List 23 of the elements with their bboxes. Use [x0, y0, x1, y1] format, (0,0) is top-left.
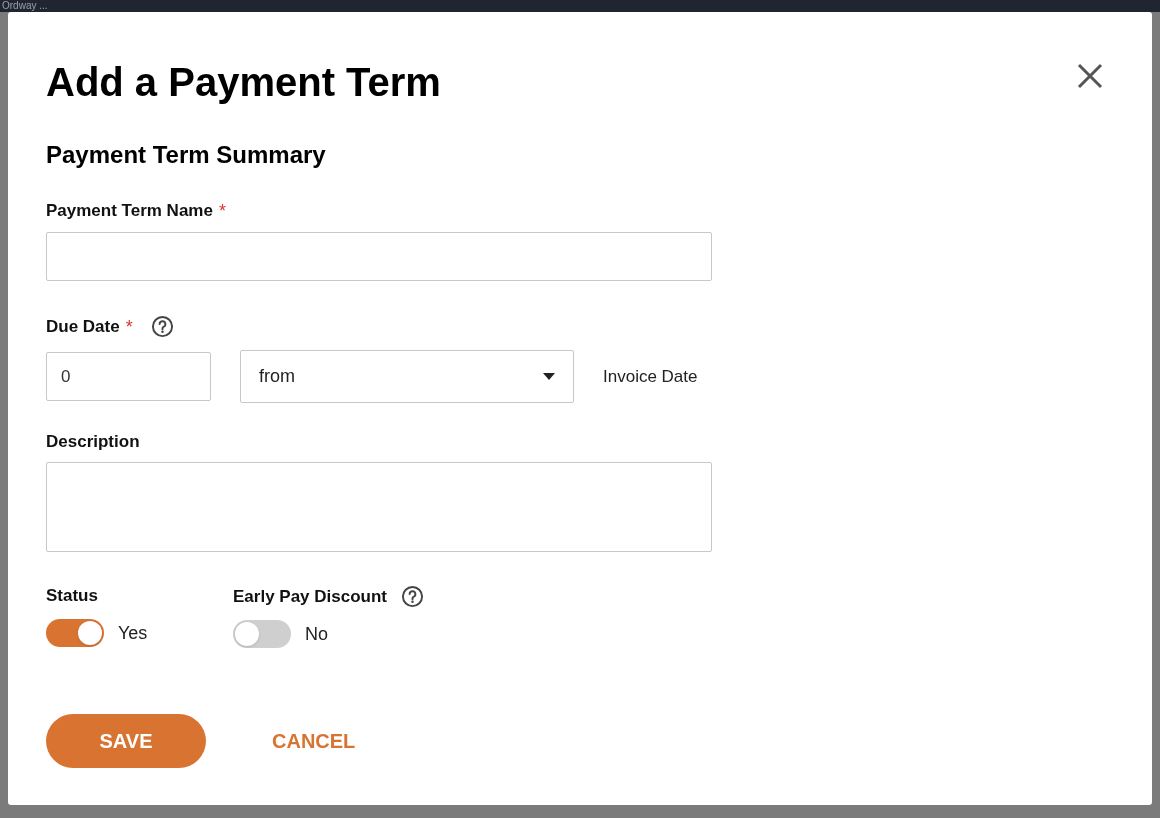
- field-label: Status: [46, 585, 98, 607]
- section-heading: Payment Term Summary: [46, 140, 327, 170]
- dropdown[interactable]: from: [240, 350, 574, 403]
- toggle-value: No: [305, 622, 328, 646]
- close-icon[interactable]: [1076, 62, 1104, 90]
- help-icon[interactable]: [150, 315, 174, 338]
- description-field[interactable]: [46, 462, 712, 552]
- required-mark: *: [125, 316, 133, 337]
- field-label: Description: [46, 431, 140, 453]
- dialog-title: Add a Payment Term: [46, 59, 441, 106]
- help-icon[interactable]: [401, 585, 424, 608]
- toggle-switch[interactable]: [233, 620, 291, 648]
- toggle-value: Yes: [118, 621, 148, 645]
- required-mark: *: [218, 201, 226, 221]
- text-input[interactable]: [46, 232, 712, 281]
- number-input[interactable]: 0: [46, 352, 211, 401]
- app-title: Ordway ...: [2, 0, 48, 12]
- field-label: Early Pay Discount: [233, 585, 387, 608]
- field-label: Due Date: [46, 315, 120, 338]
- caret-icon: [543, 373, 555, 380]
- toggle-switch[interactable]: [46, 619, 104, 647]
- field-label: Payment Term Name: [46, 200, 213, 222]
- reference-text: Invoice Date: [603, 365, 698, 388]
